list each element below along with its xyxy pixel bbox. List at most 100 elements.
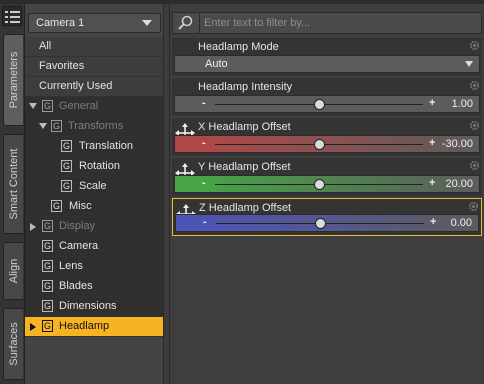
- param-label: X Headlamp Offset: [198, 121, 291, 133]
- gear-icon[interactable]: [469, 160, 480, 171]
- expand-arrow-icon[interactable]: [30, 223, 36, 231]
- gear-icon[interactable]: [469, 120, 480, 131]
- group-icon: G: [42, 320, 53, 332]
- tree-item-blades[interactable]: G Blades: [25, 277, 163, 297]
- tree-item-headlamp[interactable]: G Headlamp: [25, 317, 163, 337]
- gear-icon[interactable]: [469, 40, 480, 51]
- tree-item-label: Lens: [59, 260, 83, 272]
- tab-surfaces-label: Surfaces: [7, 322, 20, 366]
- tab-align[interactable]: Align: [3, 242, 23, 300]
- decrement-button[interactable]: -: [202, 97, 206, 109]
- tab-parameters[interactable]: Parameters: [3, 34, 23, 126]
- gear-icon[interactable]: [469, 80, 480, 91]
- x-headlamp-offset-slider[interactable]: - + -30.00: [174, 135, 480, 153]
- param-headlamp-intensity: Headlamp Intensity - + 1.00: [172, 78, 482, 116]
- tree-item-rotation[interactable]: G Rotation: [25, 157, 163, 177]
- param-label: Headlamp Intensity: [198, 81, 293, 93]
- tree-item-label: Currently Used: [39, 80, 113, 92]
- param-x-headlamp-offset: X Headlamp Offset - + -30.00: [172, 118, 482, 156]
- tree-item-label: Dimensions: [59, 300, 117, 312]
- param-z-headlamp-offset: Z Headlamp Offset - + 0.00: [172, 198, 482, 236]
- tree-item-label: Scale: [79, 180, 107, 192]
- group-icon: G: [42, 300, 53, 312]
- expand-arrow-icon[interactable]: [39, 123, 47, 129]
- tree-item-translation[interactable]: G Translation: [25, 137, 163, 157]
- tree-item-transforms[interactable]: G Transforms: [25, 117, 163, 137]
- param-label: Headlamp Mode: [198, 41, 279, 53]
- filter-placeholder: Enter text to filter by...: [204, 17, 311, 29]
- tree-item-dimensions[interactable]: G Dimensions: [25, 297, 163, 317]
- slider-knob[interactable]: [314, 218, 326, 229]
- headlamp-mode-dropdown[interactable]: Auto: [174, 55, 480, 73]
- tree-item-favorites[interactable]: Favorites: [25, 57, 163, 77]
- panel-menu-button[interactable]: [2, 6, 22, 26]
- decrement-button[interactable]: -: [202, 137, 206, 149]
- chevron-down-icon: [465, 61, 473, 67]
- slider-knob[interactable]: [313, 99, 325, 110]
- group-icon: G: [42, 260, 53, 272]
- dropdown-value: Auto: [205, 58, 228, 70]
- group-icon: G: [42, 280, 53, 292]
- tree-item-label: General: [59, 100, 99, 112]
- slider-knob[interactable]: [313, 139, 325, 150]
- expand-arrow-icon[interactable]: [29, 103, 37, 109]
- y-headlamp-offset-slider[interactable]: - + 20.00: [174, 175, 480, 193]
- side-tab-bar: Parameters Smart Content Align Surfaces: [0, 4, 25, 384]
- tree-item-label: Blades: [59, 280, 93, 292]
- increment-button[interactable]: +: [429, 137, 435, 149]
- tab-surfaces[interactable]: Surfaces: [3, 308, 23, 380]
- increment-button[interactable]: +: [429, 97, 435, 109]
- tree-item-scale[interactable]: G Scale: [25, 177, 163, 197]
- tab-parameters-label: Parameters: [7, 51, 20, 109]
- tree-item-camera[interactable]: G Camera: [25, 237, 163, 257]
- param-y-headlamp-offset: Y Headlamp Offset - + 20.00: [172, 158, 482, 196]
- tab-smart-content-label: Smart Content: [7, 148, 20, 220]
- slider-knob[interactable]: [313, 179, 325, 190]
- gear-icon[interactable]: [468, 201, 479, 212]
- param-value[interactable]: 0.00: [451, 217, 472, 229]
- param-headlamp-mode: Headlamp Mode Auto: [172, 38, 482, 76]
- tree-item-label: Favorites: [39, 60, 85, 72]
- param-label: Z Headlamp Offset: [199, 202, 292, 214]
- property-group-tree: All Favorites Currently Used G General G…: [25, 37, 163, 337]
- decrement-button[interactable]: -: [203, 216, 207, 228]
- tree-item-label: Display: [59, 220, 96, 232]
- tree-item-all[interactable]: All: [25, 37, 163, 57]
- param-value[interactable]: 20.00: [445, 178, 473, 190]
- group-icon: G: [42, 240, 53, 252]
- tab-smart-content[interactable]: Smart Content: [3, 134, 23, 234]
- chevron-down-icon: [142, 20, 152, 26]
- property-group-panel: Camera 1 All Favorites Currently Used G …: [25, 4, 163, 384]
- tree-item-currently-used[interactable]: Currently Used: [25, 77, 163, 97]
- expand-arrow-icon[interactable]: [30, 323, 36, 331]
- search-icon: [173, 13, 200, 33]
- panel-splitter[interactable]: [163, 4, 170, 384]
- tree-item-label: Rotation: [79, 160, 120, 172]
- group-icon: G: [61, 180, 72, 192]
- tree-item-label: Camera: [59, 240, 99, 252]
- tree-item-label: Transforms: [68, 120, 124, 132]
- group-icon: G: [51, 120, 62, 132]
- tree-item-display[interactable]: G Display: [25, 217, 163, 237]
- tree-item-general[interactable]: G General: [25, 97, 163, 117]
- node-select-dropdown[interactable]: Camera 1: [28, 13, 161, 33]
- tree-item-lens[interactable]: G Lens: [25, 257, 163, 277]
- headlamp-intensity-slider[interactable]: - + 1.00: [174, 95, 480, 113]
- increment-button[interactable]: +: [430, 216, 436, 228]
- parameters-panel: Enter text to filter by... Headlamp Mode…: [170, 4, 484, 384]
- z-headlamp-offset-slider[interactable]: - + 0.00: [175, 214, 479, 232]
- tree-item-label: Misc: [69, 200, 92, 212]
- tree-item-label: Headlamp: [59, 320, 110, 332]
- tree-item-misc[interactable]: G Misc: [25, 197, 163, 217]
- group-icon: G: [42, 100, 53, 112]
- param-value[interactable]: 1.00: [452, 98, 473, 110]
- filter-field[interactable]: Enter text to filter by...: [172, 12, 482, 34]
- group-icon: G: [61, 160, 72, 172]
- tree-item-label: Translation: [79, 140, 134, 152]
- param-value[interactable]: -30.00: [442, 138, 473, 150]
- menu-icon: [5, 11, 20, 23]
- node-select-value: Camera 1: [36, 17, 85, 29]
- increment-button[interactable]: +: [429, 177, 435, 189]
- param-label: Y Headlamp Offset: [198, 161, 291, 173]
- decrement-button[interactable]: -: [202, 177, 206, 189]
